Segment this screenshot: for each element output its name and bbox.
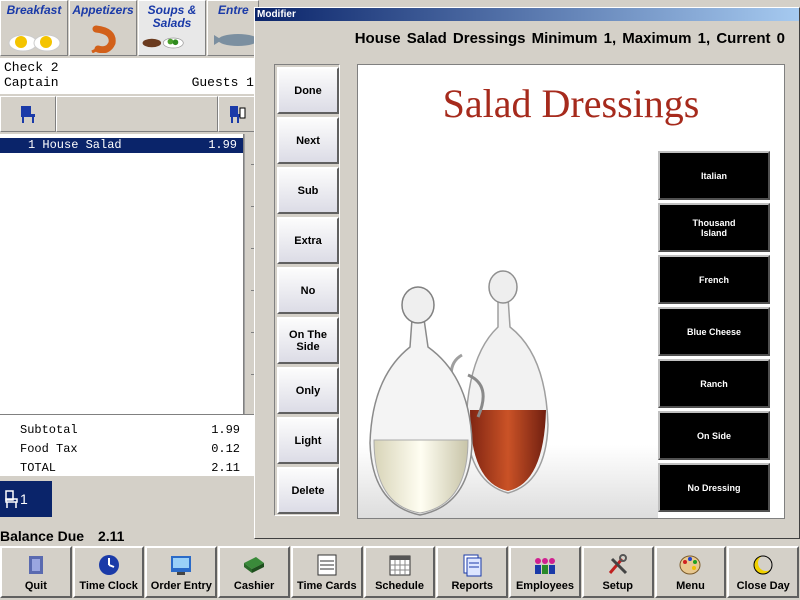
seat-bar: [0, 96, 258, 134]
cash-drawer-icon: [244, 557, 265, 573]
tax-value: 0.12: [211, 442, 240, 456]
on-the-side-button[interactable]: On The Side: [277, 317, 339, 364]
option-thousand-island[interactable]: Thousand Island: [658, 203, 770, 252]
toolbar-label: Cashier: [233, 580, 275, 592]
tax-label: Food Tax: [20, 442, 78, 456]
guest-count: Guests 1: [191, 75, 254, 90]
balance-label: Balance Due: [0, 528, 85, 544]
category-tab-breakfast[interactable]: Breakfast: [0, 0, 68, 56]
moon-icon: [753, 555, 775, 575]
time-clock-button[interactable]: Time Clock: [72, 546, 145, 598]
check-header: Check 2 Captain Guests 1: [0, 58, 258, 94]
done-button[interactable]: Done: [277, 67, 339, 114]
modifier-button-column: Done Next Sub Extra No On The Side Only …: [274, 64, 340, 516]
close-day-button[interactable]: Close Day: [727, 546, 800, 598]
category-label: Breakfast: [6, 3, 62, 17]
setup-button[interactable]: Setup: [581, 546, 654, 598]
check-number: Check 2: [4, 60, 59, 75]
seat-icon: [5, 490, 18, 508]
subtotal-value: 1.99: [211, 423, 240, 437]
toolbar-label: Setup: [602, 580, 634, 592]
next-button[interactable]: Next: [277, 117, 339, 164]
option-on-side[interactable]: On Side: [658, 411, 770, 460]
item-price: 1.99: [208, 138, 237, 152]
pos-screen: Breakfast Appetizers Soups & Salads Entr…: [0, 0, 800, 600]
clock-icon: [98, 555, 119, 575]
check-totals: Subtotal 1.99 Food Tax 0.12 TOTAL 2.11: [0, 414, 258, 476]
option-no-dressing[interactable]: No Dressing: [658, 463, 770, 512]
chair-icon: [21, 106, 35, 123]
category-label: Entre: [218, 3, 249, 17]
light-button[interactable]: Light: [277, 417, 339, 464]
quit-icon: [28, 556, 43, 574]
toolbar-label: Close Day: [736, 580, 790, 592]
order-entry-button[interactable]: Order Entry: [145, 546, 218, 598]
sub-button[interactable]: Sub: [277, 167, 339, 214]
no-button[interactable]: No: [277, 267, 339, 314]
toolbar-label: Time Clock: [79, 580, 138, 592]
seat-number: 1: [20, 491, 28, 507]
palette-icon: [679, 555, 701, 575]
seat-indicator[interactable]: 1: [0, 481, 52, 517]
dressing-art-panel: Salad Dressings Italian Thousand Island …: [357, 64, 785, 519]
modifier-header: House Salad Dressings Minimum 1, Maximum…: [354, 30, 785, 47]
modifier-dialog: Modifier House Salad Dressings Minimum 1…: [254, 7, 800, 539]
calendar-icon: [389, 555, 411, 576]
order-entry-icon: [171, 556, 192, 575]
eggs-icon: [8, 34, 61, 52]
total-label: TOTAL: [20, 461, 57, 475]
toolbar-label: Reports: [451, 580, 494, 592]
setup-tools-icon: [608, 554, 627, 575]
option-ranch[interactable]: Ranch: [658, 359, 770, 408]
employees-icon: [535, 558, 555, 574]
category-label: Soups & Salads: [147, 3, 197, 30]
category-tabs: Breakfast Appetizers Soups & Salads Entr…: [0, 0, 260, 58]
toolbar-label: Time Cards: [296, 580, 357, 592]
balance-due: Balance Due 2.11: [0, 528, 258, 546]
category-tab-appetizers[interactable]: Appetizers: [69, 0, 137, 56]
delete-button[interactable]: Delete: [277, 467, 339, 514]
employees-button[interactable]: Employees: [509, 546, 581, 598]
time-cards-button[interactable]: Time Cards: [290, 546, 363, 598]
category-tab-soups-salads[interactable]: Soups & Salads: [138, 0, 206, 56]
salad-icon: [142, 37, 184, 49]
server-name: Captain: [4, 75, 59, 90]
schedule-button[interactable]: Schedule: [363, 546, 436, 598]
seat-bar-blank: [56, 96, 218, 132]
quit-button[interactable]: Quit: [0, 546, 72, 598]
fish-icon: [214, 34, 258, 46]
toolbar-label: Employees: [515, 580, 575, 592]
toolbar-label: Schedule: [375, 580, 424, 592]
item-name: 1 House Salad: [28, 138, 122, 152]
reports-icon: [463, 554, 482, 577]
option-french[interactable]: French: [658, 255, 770, 304]
menu-button[interactable]: Menu: [654, 546, 727, 598]
toolbar-label: Quit: [24, 580, 47, 592]
dressing-options: Italian Thousand Island French Blue Chee…: [658, 151, 770, 515]
toolbar-label: Order Entry: [150, 580, 212, 592]
total-value: 2.11: [211, 461, 240, 475]
balance-value: 2.11: [97, 528, 125, 544]
seat-button[interactable]: [218, 96, 256, 132]
bottom-toolbar: Quit Time Clock Order Entry Cashier Time…: [0, 546, 800, 600]
category-label: Appetizers: [72, 3, 134, 17]
order-item-list[interactable]: 1 House Salad 1.99: [0, 134, 244, 414]
option-blue-cheese[interactable]: Blue Cheese: [658, 307, 770, 356]
extra-button[interactable]: Extra: [277, 217, 339, 264]
cruet-bottles-illustration: [358, 270, 658, 518]
dialog-titlebar[interactable]: Modifier: [255, 8, 799, 21]
toolbar-label: Menu: [676, 580, 705, 592]
time-cards-icon: [317, 554, 337, 576]
reports-button[interactable]: Reports: [436, 546, 509, 598]
cashier-button[interactable]: Cashier: [218, 546, 290, 598]
subtotal-label: Subtotal: [20, 423, 78, 437]
category-tab-entrees[interactable]: Entre: [207, 0, 259, 56]
only-button[interactable]: Only: [277, 367, 339, 414]
option-italian[interactable]: Italian: [658, 151, 770, 200]
shrimp-icon: [91, 25, 116, 53]
table-seat-button[interactable]: [0, 96, 56, 132]
seat-icon: [230, 106, 246, 123]
list-item[interactable]: 1 House Salad 1.99: [0, 138, 243, 153]
